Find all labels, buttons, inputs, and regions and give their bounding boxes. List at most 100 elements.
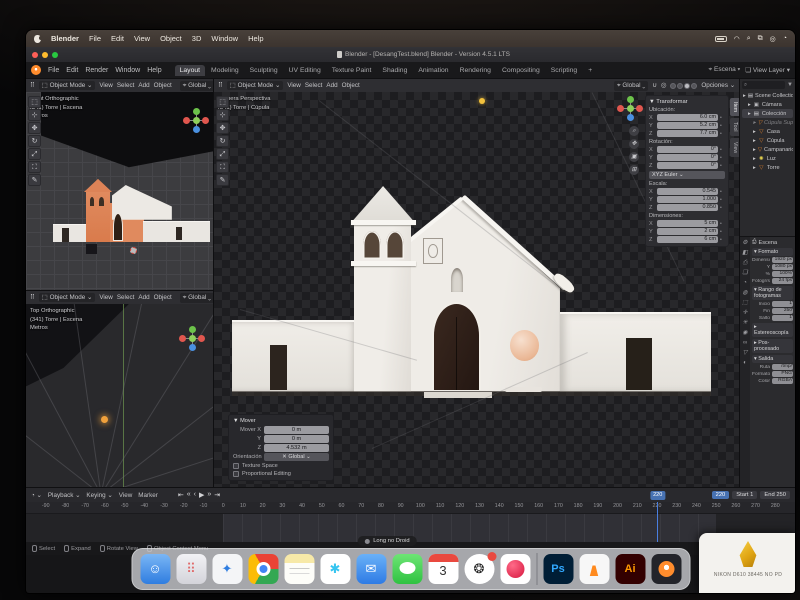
timeline-menu-marker[interactable]: Marker — [138, 492, 158, 499]
outliner-item-colección[interactable]: ▸▤Colección — [742, 109, 793, 118]
checkbox-icon[interactable] — [233, 471, 239, 477]
mini-left-wing[interactable] — [53, 224, 86, 242]
wifi-icon[interactable]: ◠ — [734, 35, 740, 43]
timeline-menu-view[interactable]: View — [119, 492, 133, 499]
dock-notes-icon[interactable] — [284, 554, 314, 584]
box-select-tool-icon[interactable]: ⬚ — [28, 96, 41, 108]
properties-tab-scene[interactable]: ◔ — [743, 279, 747, 287]
properties-tab-output[interactable]: ⎙ — [743, 259, 748, 267]
expand-arrow-icon[interactable]: ▸ — [748, 102, 751, 108]
section-header[interactable]: ▾ Rango de fotogramas — [752, 286, 793, 300]
npanel-tab-view[interactable]: View — [730, 138, 739, 157]
dock-slack-icon[interactable]: ✱ — [320, 554, 350, 584]
menubar-item-blender[interactable]: Blender — [51, 34, 79, 43]
workspace-tab-layout[interactable]: Layout — [175, 65, 205, 76]
animate-dot-icon[interactable]: • — [720, 131, 725, 137]
dimension-value-x[interactable]: 5 cm — [657, 220, 718, 227]
light-object-dot[interactable] — [101, 416, 108, 423]
menubar-item-help[interactable]: Help — [248, 34, 263, 43]
operator-title[interactable]: ▼ Mover — [233, 418, 329, 424]
file-preview-card[interactable]: NIKON D610 38445 NO PD — [699, 533, 795, 593]
property-value[interactable]: RGBA — [772, 378, 793, 384]
viewport-menu-view[interactable]: View — [99, 294, 113, 301]
expand-arrow-icon[interactable]: ▸ — [753, 138, 756, 144]
animate-dot-icon[interactable]: • — [720, 205, 725, 211]
property-value[interactable]: 24 fps — [772, 278, 793, 284]
grab-icon[interactable]: ⠿ — [30, 294, 35, 301]
orientation-dropdown[interactable]: ✕ Global ⌄ — [264, 453, 329, 461]
dock-creativecloud-icon[interactable] — [500, 554, 530, 584]
move-tool-icon[interactable]: ✥ — [216, 122, 229, 134]
apple-icon[interactable] — [34, 35, 41, 43]
property-value[interactable]: 250 — [772, 308, 793, 314]
axis-gizmo[interactable] — [617, 96, 643, 122]
checkbox-texture-space[interactable]: Texture Space — [233, 463, 329, 469]
dimension-value-y[interactable]: 2 cm — [657, 228, 718, 235]
location-value-z[interactable]: 7.7 cm — [657, 130, 718, 137]
property-value[interactable]: 1 — [772, 315, 793, 321]
menubar-item-view[interactable]: View — [134, 34, 150, 43]
jump-end-icon[interactable]: ⇥ — [214, 491, 220, 499]
outliner-item-casa[interactable]: ▸▽Casa — [742, 127, 793, 136]
location-value-y[interactable]: 5.2 cm — [657, 122, 718, 129]
viewport-menu-view[interactable]: View — [99, 82, 113, 89]
properties-tab-data[interactable]: ▽ — [743, 349, 748, 357]
dock-launchpad-icon[interactable]: ⠿ — [176, 554, 206, 584]
viewport-menu-select[interactable]: Select — [117, 82, 135, 89]
outliner-item-scene-collection[interactable]: ▸▤Scene Collection — [742, 91, 793, 100]
property-value[interactable]: 100% — [772, 271, 793, 277]
viewport-top-ortho[interactable]: ⠿⬚Object Mode ⌄ViewSelectAddObject⌖ Glob… — [26, 291, 213, 487]
outliner-item-torre[interactable]: ▸▽Torre — [742, 163, 793, 172]
ortho-toggle-icon[interactable]: ⊞ — [629, 165, 639, 175]
frame-end-field[interactable]: End 250 — [760, 491, 790, 499]
control-center-icon[interactable]: ⧉ — [758, 35, 763, 43]
properties-tab-viewlayer[interactable]: ❏ — [742, 269, 747, 277]
current-frame-field[interactable]: 220 — [712, 491, 730, 499]
operator-row-value[interactable]: 0 m — [264, 435, 329, 443]
playhead[interactable]: 220 — [657, 502, 659, 542]
npanel-tab-item[interactable]: Item — [730, 98, 739, 116]
section-header[interactable]: ▾ Formato — [752, 248, 793, 256]
topbar-menu-file[interactable]: File — [48, 67, 59, 74]
viewport-menu-object[interactable]: Object — [154, 294, 172, 301]
battery-icon[interactable] — [715, 36, 727, 42]
rotation-value-x[interactable]: 0° — [657, 146, 718, 153]
checkbox-proportional-editing[interactable]: Proportional Editing — [233, 471, 329, 477]
workspace-tab-rendering[interactable]: Rendering — [455, 65, 496, 76]
annotate-tool-icon[interactable]: ✎ — [216, 174, 229, 186]
grab-icon[interactable]: ⠿ — [218, 82, 223, 89]
viewport-options-dropdown[interactable]: Opciones ⌄ — [701, 82, 735, 89]
workspace-tab-shading[interactable]: Shading — [377, 65, 412, 76]
operator-row-value[interactable]: 4.532 m — [264, 444, 329, 452]
scale-tool-icon[interactable]: ⤢ — [216, 148, 229, 160]
animate-dot-icon[interactable]: • — [720, 197, 725, 203]
dock-vlc-icon[interactable] — [579, 554, 609, 584]
rotate-tool-icon[interactable]: ↻ — [216, 135, 229, 147]
clock-icon[interactable]: ◔ ⌄ — [31, 492, 42, 499]
window-titlebar[interactable]: Blender - [DesangTest.blend] Blender - V… — [26, 47, 795, 62]
play-icon[interactable]: ▶ — [199, 491, 204, 499]
dock-mail-icon[interactable]: ✉ — [356, 554, 386, 584]
animate-dot-icon[interactable]: • — [720, 229, 725, 235]
timeline-ruler[interactable]: -90-80-70-60-50-40-30-20-100102030405060… — [26, 502, 795, 514]
properties-tab-object[interactable]: ⬚ — [742, 299, 748, 307]
dock-blender-icon[interactable] — [651, 554, 681, 584]
proportional-edit-icon[interactable]: ◎ — [661, 82, 667, 89]
workspace-tab-sculpting[interactable]: Sculpting — [245, 65, 283, 76]
blender-logo-icon[interactable] — [31, 65, 41, 75]
topbar-menu-window[interactable]: Window — [115, 67, 140, 74]
dock-messages-icon[interactable] — [392, 554, 422, 584]
box-select-tool-icon[interactable]: ⬚ — [216, 96, 229, 108]
zoom-icon[interactable]: ⌕ — [629, 126, 639, 136]
topbar-menu-help[interactable]: Help — [147, 67, 161, 74]
minimize-button[interactable] — [42, 52, 48, 58]
viewport-menu-view[interactable]: View — [287, 82, 301, 89]
transform-tool-icon[interactable]: ⛶ — [216, 161, 229, 173]
rotation-value-y[interactable]: 0° — [657, 154, 718, 161]
workspace-add-button[interactable]: + — [583, 65, 597, 76]
viewport-menu-object[interactable]: Object — [154, 82, 172, 89]
operator-row-value[interactable]: 0 m — [264, 426, 329, 434]
workspace-tab-texture-paint[interactable]: Texture Paint — [327, 65, 377, 76]
dock-calendar-icon[interactable]: 3 — [428, 554, 458, 584]
selected-light-dot[interactable] — [479, 98, 485, 104]
